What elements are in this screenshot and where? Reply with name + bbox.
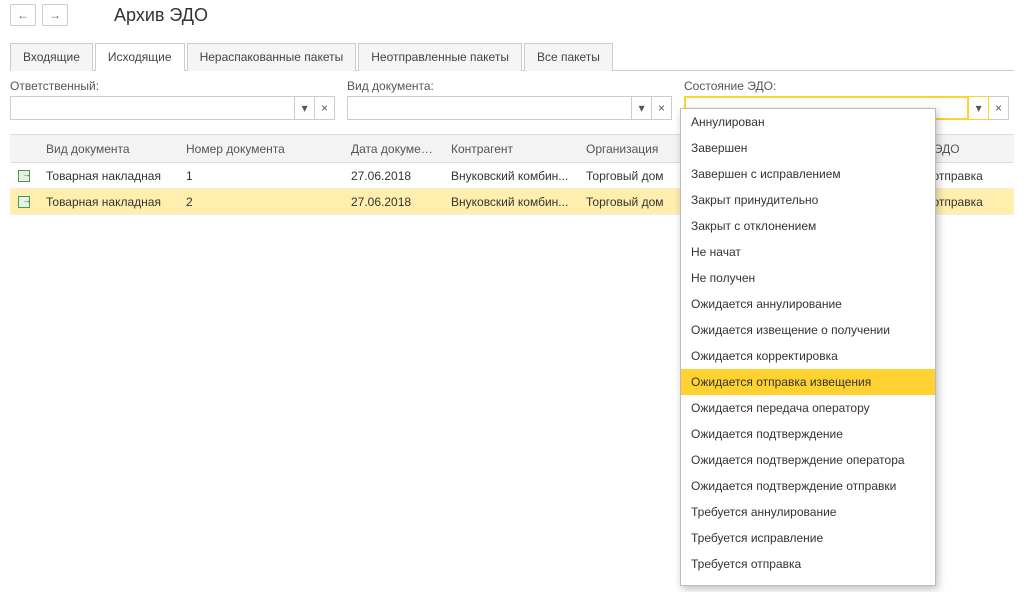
dropdown-item[interactable]: Не получен	[681, 265, 935, 291]
cell-num: 2	[178, 195, 343, 209]
dropdown-item[interactable]: Требуется аннулирование	[681, 499, 935, 525]
chevron-down-icon: ▾	[302, 101, 308, 115]
filter-responsible-input[interactable]	[10, 96, 295, 120]
filter-doctype-label: Вид документа:	[347, 79, 672, 93]
dropdown-item[interactable]: Ожидается корректировка	[681, 343, 935, 369]
document-out-icon	[18, 170, 30, 182]
tab-all[interactable]: Все пакеты	[524, 43, 613, 71]
filter-state-dropdown-button[interactable]: ▾	[969, 96, 989, 120]
cell-date: 27.06.2018	[343, 169, 443, 183]
dropdown-item[interactable]: Требуется отправка	[681, 551, 935, 577]
toolbar: ← → Архив ЭДО	[0, 0, 1024, 34]
nav-forward-button[interactable]: →	[42, 4, 68, 26]
close-icon: ×	[321, 101, 328, 115]
filter-responsible-clear-button[interactable]: ×	[315, 96, 335, 120]
dropdown-item[interactable]: Завершен с исправлением	[681, 161, 935, 187]
filter-state-clear-button[interactable]: ×	[989, 96, 1009, 120]
cell-num: 1	[178, 169, 343, 183]
dropdown-item[interactable]: Ожидается аннулирование	[681, 291, 935, 317]
arrow-left-icon: ←	[17, 8, 29, 22]
dropdown-item[interactable]: На подписи	[681, 577, 935, 586]
dropdown-item[interactable]: Ожидается подтверждение отправки	[681, 473, 935, 499]
arrow-right-icon: →	[49, 8, 61, 22]
dropdown-item[interactable]: Ожидается отправка извещения	[681, 369, 935, 395]
cell-contr: Внуковский комбин...	[443, 195, 578, 209]
dropdown-item[interactable]: Требуется исправление	[681, 525, 935, 551]
tab-unpacked[interactable]: Нераспакованные пакеты	[187, 43, 357, 71]
cell-type: Товарная накладная	[38, 169, 178, 183]
dropdown-item[interactable]: Ожидается извещение о получении	[681, 317, 935, 343]
col-contr[interactable]: Контрагент	[443, 142, 578, 156]
tab-outgoing[interactable]: Исходящие	[95, 43, 185, 71]
dropdown-item[interactable]: Ожидается передача оператору	[681, 395, 935, 421]
dropdown-item[interactable]: Ожидается подтверждение	[681, 421, 935, 447]
nav-back-button[interactable]: ←	[10, 4, 36, 26]
dropdown-item[interactable]: Аннулирован	[681, 109, 935, 135]
page-title: Архив ЭДО	[114, 5, 208, 26]
col-num[interactable]: Номер документа	[178, 142, 343, 156]
filter-doctype-dropdown-button[interactable]: ▾	[632, 96, 652, 120]
state-dropdown[interactable]: АннулированЗавершенЗавершен с исправлени…	[680, 108, 936, 586]
close-icon: ×	[995, 101, 1002, 115]
tab-unsent[interactable]: Неотправленные пакеты	[358, 43, 522, 71]
tab-incoming[interactable]: Входящие	[10, 43, 93, 71]
col-date[interactable]: Дата документа	[343, 142, 443, 156]
filter-responsible-dropdown-button[interactable]: ▾	[295, 96, 315, 120]
dropdown-item[interactable]: Закрыт принудительно	[681, 187, 935, 213]
tabs: Входящие Исходящие Нераспакованные пакет…	[10, 42, 1014, 71]
filter-state-label: Состояние ЭДО:	[684, 79, 1009, 93]
chevron-down-icon: ▾	[639, 101, 645, 115]
filter-doctype-clear-button[interactable]: ×	[652, 96, 672, 120]
dropdown-item[interactable]: Закрыт с отклонением	[681, 213, 935, 239]
dropdown-item[interactable]: Не начат	[681, 239, 935, 265]
close-icon: ×	[658, 101, 665, 115]
col-type[interactable]: Вид документа	[38, 142, 178, 156]
dropdown-item[interactable]: Завершен	[681, 135, 935, 161]
filter-responsible-label: Ответственный:	[10, 79, 335, 93]
cell-contr: Внуковский комбин...	[443, 169, 578, 183]
filter-doctype-input[interactable]	[347, 96, 632, 120]
chevron-down-icon: ▾	[976, 101, 982, 115]
document-out-icon	[18, 196, 30, 208]
cell-date: 27.06.2018	[343, 195, 443, 209]
dropdown-item[interactable]: Ожидается подтверждение оператора	[681, 447, 935, 473]
cell-type: Товарная накладная	[38, 195, 178, 209]
